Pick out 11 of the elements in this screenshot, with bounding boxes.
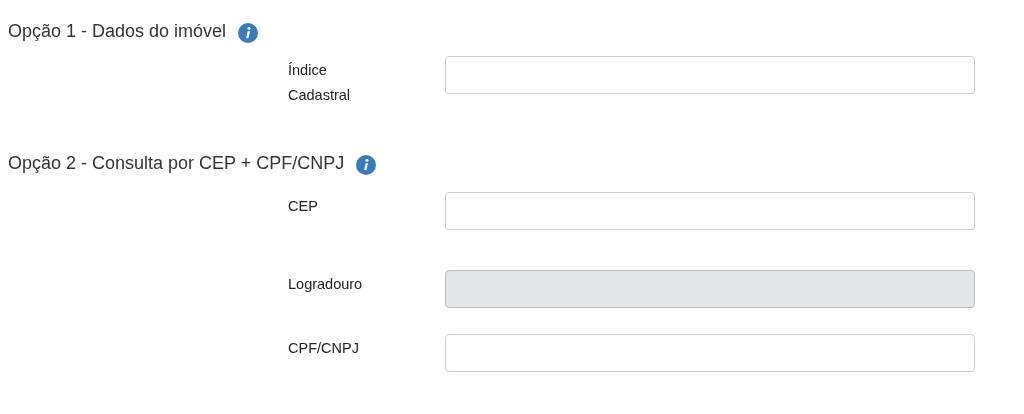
field-label: CEP xyxy=(288,197,319,216)
section-title: Opção 2 - Consulta por CEP + CPF/CNPJ xyxy=(8,152,345,174)
input-field[interactable] xyxy=(445,334,975,372)
field-label: Índice Cadastral xyxy=(288,61,352,105)
info-icon[interactable] xyxy=(238,23,259,43)
field-label: CPF/CNPJ xyxy=(288,339,360,358)
input-field[interactable] xyxy=(445,192,975,230)
section-title: Opção 1 - Dados do imóvel xyxy=(8,20,227,42)
input-field[interactable] xyxy=(445,56,975,94)
info-icon[interactable] xyxy=(356,155,377,175)
field-label: Logradouro xyxy=(288,275,364,294)
